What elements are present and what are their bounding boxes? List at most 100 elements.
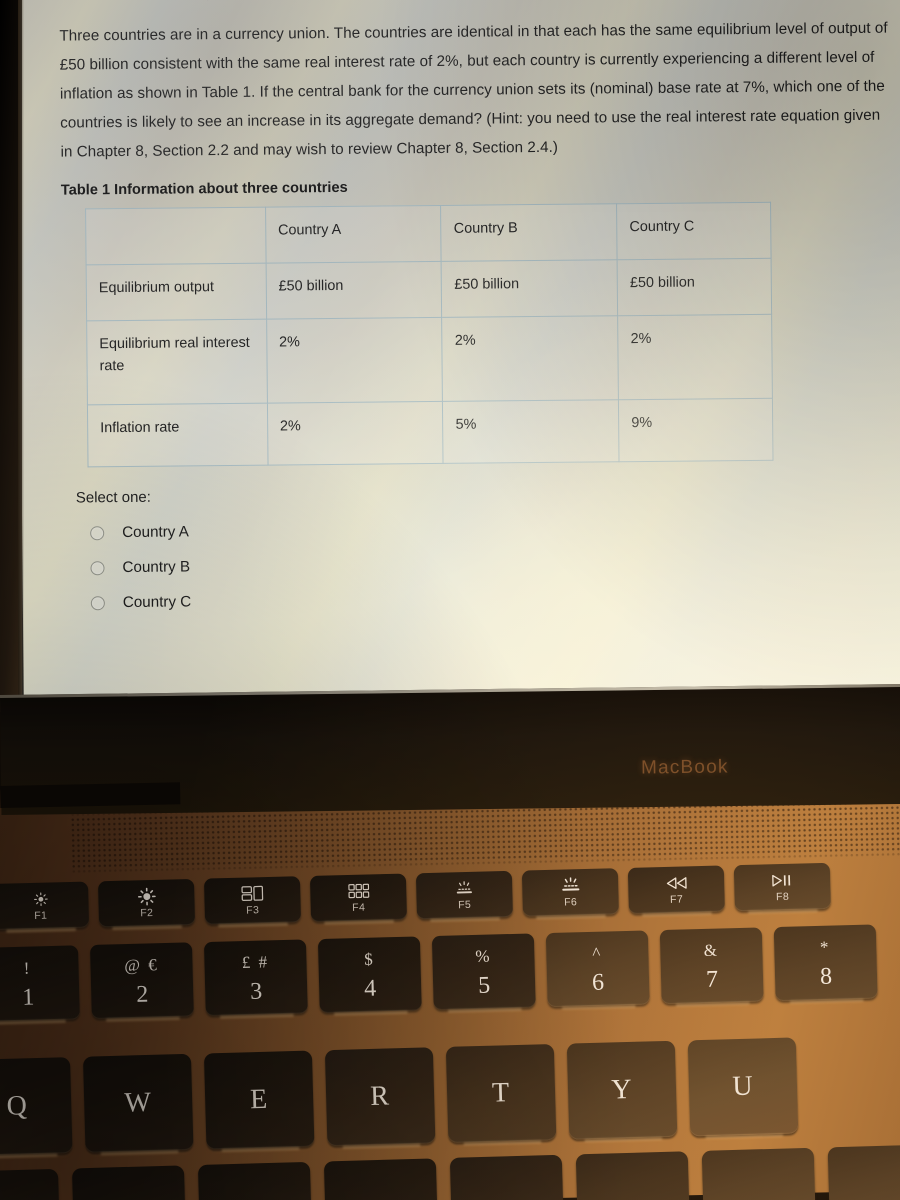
mission-control-icon: [241, 885, 264, 903]
table-header-blank: [85, 207, 266, 265]
radio-button-country-a[interactable]: [90, 525, 105, 540]
key-label-5: 5: [477, 972, 491, 999]
brightness-down-icon: [32, 890, 49, 907]
quiz-meta-strip: Marked out of 1.00 Flag question: [39, 0, 900, 10]
key-label-3: 3: [249, 978, 263, 1005]
row-label-equilibrium-real-interest-rate: Equilibrium real interest rate: [86, 319, 268, 405]
key-label-6: 6: [591, 969, 605, 996]
key-label-f4: F4: [352, 901, 366, 914]
key-label-8: 8: [819, 963, 833, 990]
table-header-country-b: Country B: [441, 203, 618, 262]
key-f1[interactable]: F1: [0, 881, 90, 930]
key-label-q: Q: [6, 1090, 29, 1122]
cell-inflation-b: 5%: [442, 399, 620, 464]
key-bottom-4[interactable]: [323, 1158, 438, 1200]
key-u[interactable]: U: [687, 1037, 799, 1137]
key-shift-label-8: *: [819, 937, 831, 957]
table-header-country-a: Country A: [265, 205, 442, 264]
key-label-1: 1: [21, 984, 35, 1011]
key-bottom-8[interactable]: [827, 1144, 900, 1200]
answer-option-country-a[interactable]: Country A: [90, 516, 900, 541]
key-bottom-6[interactable]: [575, 1151, 690, 1200]
key-label-2: 2: [135, 981, 149, 1008]
keyboard-backlight-down-icon: [454, 879, 474, 897]
key-shift-label-6: ^: [592, 943, 603, 963]
hinge-notch: [0, 782, 181, 808]
cell-output-c: £50 billion: [617, 258, 772, 316]
answer-option-country-c[interactable]: Country C: [90, 586, 900, 611]
key-f8[interactable]: F8: [733, 862, 831, 912]
table-header-country-c: Country C: [616, 202, 772, 260]
key-shift-label-5: %: [475, 946, 492, 966]
key-bottom-2[interactable]: [71, 1165, 186, 1200]
key-y[interactable]: Y: [566, 1040, 678, 1140]
keyboard-backlight-up-icon: [560, 877, 581, 895]
key-bottom-3[interactable]: [197, 1161, 312, 1200]
key-q[interactable]: Q: [0, 1057, 73, 1156]
quiz-content: Marked out of 1.00 Flag question Three c…: [39, 0, 900, 612]
brightness-up-icon: [137, 887, 156, 905]
key-w[interactable]: W: [82, 1053, 194, 1153]
key-label-f8: F8: [775, 890, 790, 903]
key-3[interactable]: £ # 3: [203, 939, 308, 1017]
key-8[interactable]: * 8: [773, 924, 878, 1002]
key-1[interactable]: ! 1: [0, 945, 80, 1022]
question-paragraph: Three countries are in a currency union.…: [59, 19, 888, 161]
cell-inflation-a: 2%: [267, 401, 444, 466]
row-label-equilibrium-output: Equilibrium output: [86, 263, 267, 321]
answer-label-country-b[interactable]: Country B: [122, 558, 190, 576]
key-f4[interactable]: F4: [309, 873, 408, 922]
key-shift-label-3: £ #: [241, 952, 270, 973]
key-label-t: T: [491, 1077, 511, 1109]
radio-button-country-c[interactable]: [90, 595, 105, 610]
key-f6[interactable]: F6: [521, 868, 619, 917]
key-e[interactable]: E: [203, 1050, 315, 1150]
key-t[interactable]: T: [445, 1043, 557, 1143]
table-caption: Table 1 Information about three countrie…: [60, 179, 348, 199]
cell-real-rate-b: 2%: [442, 315, 619, 402]
key-5[interactable]: % 5: [431, 933, 536, 1011]
key-bottom-5[interactable]: [449, 1154, 564, 1200]
country-information-table: Country A Country B Country C Equilibriu…: [85, 201, 774, 468]
key-label-f6: F6: [563, 895, 578, 909]
key-label-4: 4: [363, 975, 377, 1002]
key-label-f3: F3: [246, 903, 260, 917]
key-f3[interactable]: F3: [203, 876, 302, 925]
key-shift-label-7: &: [703, 940, 720, 960]
key-f2[interactable]: F2: [97, 878, 196, 928]
key-7[interactable]: & 7: [659, 927, 764, 1005]
table-row: Inflation rate 2% 5% 9%: [87, 398, 774, 467]
photo-of-laptop-screen: Marked out of 1.00 Flag question Three c…: [0, 0, 900, 1200]
key-r[interactable]: R: [324, 1047, 436, 1147]
cell-output-b: £50 billion: [441, 259, 618, 318]
key-label-f5: F5: [457, 898, 472, 911]
key-shift-label-2: @ €: [124, 955, 159, 976]
key-bottom-7[interactable]: [701, 1147, 816, 1200]
radio-button-country-b[interactable]: [90, 560, 105, 575]
answer-label-country-a[interactable]: Country A: [122, 523, 189, 541]
laptop-screen: Marked out of 1.00 Flag question Three c…: [0, 0, 900, 712]
key-f7[interactable]: F7: [627, 865, 725, 914]
key-f5[interactable]: F5: [415, 870, 513, 920]
answer-option-country-b[interactable]: Country B: [90, 551, 900, 576]
key-label-f2: F2: [140, 906, 154, 919]
key-shift-label-1: !: [23, 958, 32, 978]
key-bottom-1[interactable]: [0, 1168, 60, 1200]
key-2[interactable]: @ € 2: [89, 942, 194, 1019]
cell-real-rate-c: 2%: [617, 314, 773, 400]
key-label-7: 7: [705, 966, 719, 993]
macbook-brand-label: MacBook: [640, 756, 729, 779]
table-row: Equilibrium output £50 billion £50 billi…: [86, 258, 772, 321]
screen-surface: Marked out of 1.00 Flag question Three c…: [17, 0, 900, 708]
key-label-y: Y: [611, 1073, 634, 1106]
answer-label-country-c[interactable]: Country C: [123, 593, 192, 611]
key-6[interactable]: ^ 6: [545, 930, 650, 1008]
question-text: Three countries are in a currency union.…: [59, 14, 896, 167]
table-header-row: Country A Country B Country C: [85, 202, 772, 265]
table-row: Equilibrium real interest rate 2% 2% 2%: [86, 314, 773, 405]
key-shift-label-4: $: [363, 949, 375, 969]
key-4[interactable]: $ 4: [317, 936, 422, 1014]
cell-real-rate-a: 2%: [266, 317, 443, 404]
rewind-icon: [664, 874, 687, 892]
key-label-e: E: [249, 1083, 269, 1116]
